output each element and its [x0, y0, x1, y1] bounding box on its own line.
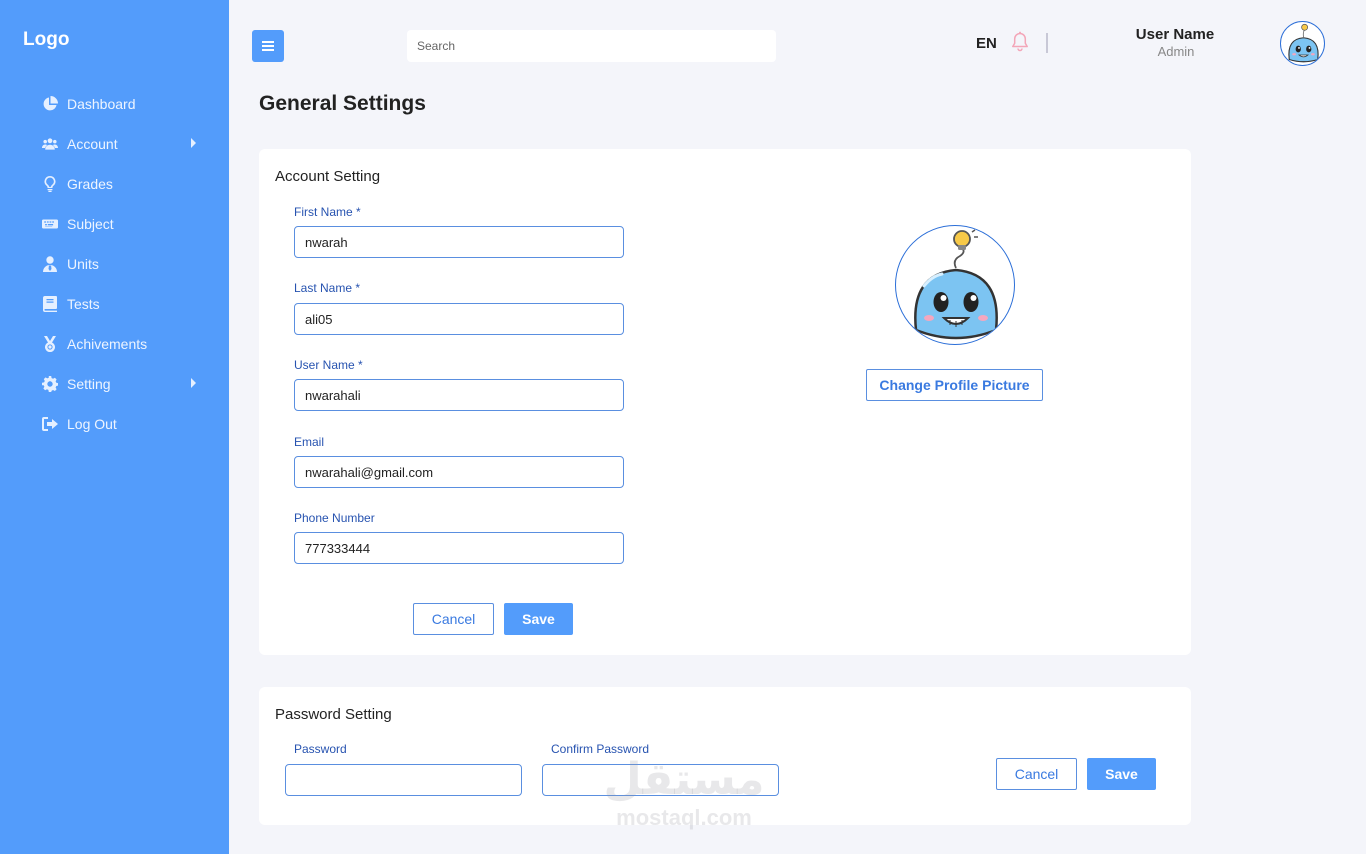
sidebar-item-label: Achivements	[67, 336, 148, 352]
sidebar-item-label: Tests	[67, 296, 100, 312]
robot-mascot-icon	[914, 229, 998, 340]
gear-icon	[41, 376, 59, 392]
sidebar-item-label: Setting	[67, 376, 111, 392]
user-name-field[interactable]	[294, 379, 624, 411]
lightbulb-icon	[41, 176, 59, 192]
change-profile-picture-button[interactable]: Change Profile Picture	[866, 369, 1043, 401]
sidebar-item-label: Dashboard	[67, 96, 136, 112]
account-setting-title: Account Setting	[275, 168, 381, 185]
phone-number-label: Phone Number	[294, 511, 375, 525]
sidebar-item-tests[interactable]: Tests	[0, 284, 229, 324]
email-field[interactable]	[294, 456, 624, 488]
keyboard-icon	[41, 216, 59, 232]
medal-icon	[41, 336, 59, 352]
account-setting-card: Account Setting First Name * Last Name *…	[259, 149, 1191, 655]
phone-number-field[interactable]	[294, 532, 624, 564]
account-save-button[interactable]: Save	[504, 603, 573, 635]
sidebar-item-label: Subject	[67, 216, 114, 232]
sidebar-item-log-out[interactable]: Log Out	[0, 404, 229, 444]
page-title: General Settings	[259, 92, 426, 115]
sidebar-item-grades[interactable]: Grades	[0, 164, 229, 204]
first-name-label: First Name *	[294, 205, 361, 219]
password-cancel-button[interactable]: Cancel	[996, 758, 1077, 790]
password-setting-title: Password Setting	[275, 706, 392, 723]
sidebar-item-account[interactable]: Account	[0, 124, 229, 164]
password-label: Password	[294, 742, 347, 756]
sidebar-item-setting[interactable]: Setting	[0, 364, 229, 404]
password-save-button[interactable]: Save	[1087, 758, 1156, 790]
last-name-field[interactable]	[294, 303, 624, 335]
sidebar-item-units[interactable]: Units	[0, 244, 229, 284]
search-input[interactable]	[407, 30, 776, 62]
user-tie-icon	[41, 256, 59, 272]
user-name-label: User Name *	[294, 358, 363, 372]
profile-picture	[895, 225, 1015, 345]
sidebar-item-label: Units	[67, 256, 99, 272]
header-user-role: Admin	[1157, 44, 1195, 59]
language-selector[interactable]: EN	[976, 35, 997, 52]
hamburger-icon	[262, 41, 274, 51]
sidebar-item-subject[interactable]: Subject	[0, 204, 229, 244]
sidebar-nav: Dashboard Account Grades Subject Units T…	[0, 84, 229, 444]
sidebar: Logo Dashboard Account Grades Subject Un…	[0, 0, 229, 854]
users-icon	[41, 136, 59, 152]
pie-chart-icon	[41, 96, 59, 112]
caret-right-icon	[191, 138, 196, 148]
sidebar-item-label: Account	[67, 136, 118, 152]
sidebar-item-label: Grades	[67, 176, 113, 192]
logo[interactable]: Logo	[23, 29, 69, 51]
bell-icon[interactable]	[1010, 31, 1030, 53]
book-icon	[41, 296, 59, 312]
last-name-label: Last Name *	[294, 281, 361, 295]
account-cancel-button[interactable]: Cancel	[413, 603, 494, 635]
menu-toggle-button[interactable]	[252, 30, 284, 62]
confirm-password-label: Confirm Password	[551, 742, 650, 756]
password-setting-card: Password Setting Password Confirm Passwo…	[259, 687, 1191, 825]
header-user-name: User Name	[1135, 26, 1215, 43]
first-name-field[interactable]	[294, 226, 624, 258]
sidebar-item-achivements[interactable]: Achivements	[0, 324, 229, 364]
avatar[interactable]	[1280, 21, 1325, 66]
robot-mascot-icon	[1288, 23, 1319, 63]
sign-out-icon	[41, 416, 59, 432]
header-divider	[1046, 33, 1048, 53]
email-label: Email	[294, 435, 325, 449]
confirm-password-field[interactable]	[542, 764, 779, 796]
sidebar-item-dashboard[interactable]: Dashboard	[0, 84, 229, 124]
caret-right-icon	[191, 378, 196, 388]
password-field[interactable]	[285, 764, 522, 796]
sidebar-item-label: Log Out	[67, 416, 117, 432]
